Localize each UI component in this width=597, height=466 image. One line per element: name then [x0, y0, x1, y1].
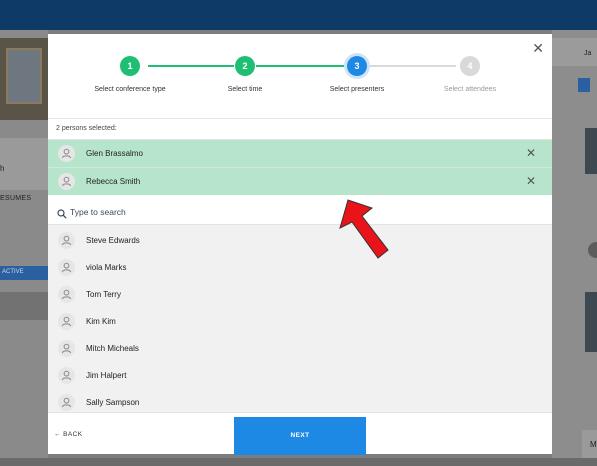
step-attendees: 4 Select attendees — [400, 56, 540, 93]
step-number: 3 — [347, 56, 367, 76]
person-icon — [58, 394, 75, 411]
arrow-left-icon: ← — [54, 431, 61, 438]
red-arrow-annotation — [339, 199, 389, 259]
person-icon — [58, 259, 75, 276]
divider — [48, 118, 552, 119]
person-name: Glen Brassalmo — [86, 149, 143, 158]
person-name: Steve Edwards — [86, 236, 140, 245]
step-number: 2 — [235, 56, 255, 76]
background-strip — [0, 292, 48, 320]
person-name: Jim Halpert — [86, 371, 127, 380]
background-dark-card — [585, 128, 597, 174]
person-name: Rebecca Smith — [86, 177, 141, 186]
background-bottom-bar — [0, 458, 597, 466]
person-name: Sally Sampson — [86, 398, 140, 407]
step-label: Select attendees — [443, 86, 497, 93]
background-bottom-fragment: M — [582, 430, 597, 460]
person-icon — [58, 367, 75, 384]
stepper: 1 Select conference type 2 Select time 3… — [48, 34, 552, 118]
step-number: 4 — [460, 56, 480, 76]
person-icon — [58, 286, 75, 303]
background-thumbnail — [0, 38, 48, 120]
search-input[interactable] — [70, 203, 530, 221]
person-icon — [58, 340, 75, 357]
person-icon — [58, 232, 75, 249]
selected-person-row: Glen Brassalmo ✕ — [48, 140, 552, 167]
people-list[interactable]: Steve Edwards viola Marks Tom Terry Kim … — [48, 225, 552, 412]
background-active-badge: ACTIVE — [0, 266, 48, 280]
next-button[interactable]: NEXT — [234, 417, 366, 455]
step-number: 1 — [120, 56, 140, 76]
person-icon — [58, 145, 75, 162]
background-right-header: Ja — [552, 38, 597, 66]
list-item[interactable]: Tom Terry — [48, 281, 552, 308]
close-icon[interactable]: ✕ — [526, 146, 536, 160]
background-dark-card — [585, 292, 597, 352]
search-bar — [48, 198, 552, 225]
list-item[interactable]: Steve Edwards — [48, 227, 552, 254]
list-item[interactable]: Jim Halpert — [48, 362, 552, 389]
back-button[interactable]: ← BACK — [54, 431, 82, 438]
person-icon — [58, 313, 75, 330]
person-name: Kim Kim — [86, 317, 116, 326]
person-name: viola Marks — [86, 263, 127, 272]
dialog-footer: ← BACK NEXT — [48, 412, 552, 455]
person-icon — [58, 173, 75, 190]
list-item[interactable]: Mitch Micheals — [48, 335, 552, 362]
app-topbar — [0, 0, 597, 30]
list-item[interactable]: viola Marks — [48, 254, 552, 281]
background-card — [0, 138, 48, 190]
back-label: BACK — [63, 431, 83, 438]
search-icon — [57, 206, 67, 224]
background-button — [578, 78, 590, 92]
select-presenters-dialog: ✕ 1 Select conference type 2 Select time… — [48, 34, 552, 455]
person-name: Tom Terry — [86, 290, 121, 299]
background-avatar — [588, 242, 597, 258]
background-text-fragment: h — [0, 164, 5, 173]
background-resumes-fragment: ESUMES — [0, 195, 32, 202]
close-icon[interactable]: ✕ — [526, 174, 536, 188]
list-item[interactable]: Sally Sampson — [48, 389, 552, 412]
list-item[interactable]: Kim Kim — [48, 308, 552, 335]
person-name: Mitch Micheals — [86, 344, 139, 353]
selected-count: 2 persons selected: — [56, 125, 117, 132]
selected-person-row: Rebecca Smith ✕ — [48, 168, 552, 195]
